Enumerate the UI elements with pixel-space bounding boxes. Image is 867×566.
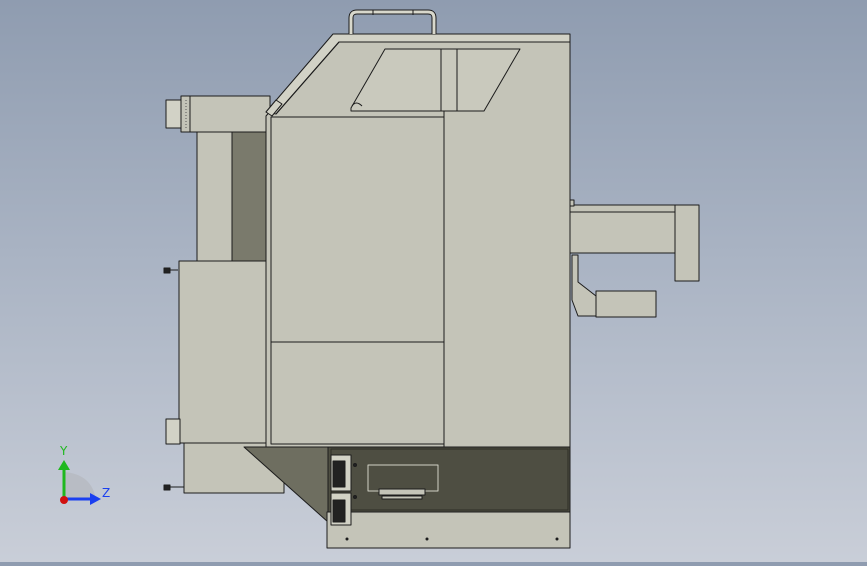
left-lower-flange — [165, 418, 181, 445]
cad-viewport[interactable]: Y Z — [0, 0, 867, 562]
axis-triad: Y Z — [58, 444, 110, 505]
triad-origin — [60, 496, 68, 504]
y-axis-label: Y — [59, 444, 68, 458]
z-axis-label: Z — [102, 486, 110, 500]
screw-2 — [425, 537, 429, 541]
machine-model[interactable] — [163, 9, 700, 549]
left-chute-shadow — [231, 131, 268, 267]
right-outlet-upper-flange — [674, 204, 700, 282]
y-axis-arrow — [58, 460, 70, 470]
bolt-left-upper — [163, 267, 178, 274]
z-axis-arrow — [90, 493, 101, 505]
model-canvas[interactable]: Y Z — [0, 0, 867, 562]
screw-3 — [555, 537, 559, 541]
upper-door-panel — [270, 116, 445, 343]
left-cabinet — [178, 260, 272, 444]
left-top-flange-inner — [180, 95, 191, 133]
right-outlet-lower — [595, 290, 657, 318]
top-handle[interactable] — [348, 9, 437, 34]
right-stub — [569, 199, 575, 207]
right-outlet-lower-neck — [571, 254, 597, 317]
lower-door-panel — [270, 341, 445, 445]
access-panel[interactable] — [367, 464, 439, 492]
left-top-flange — [165, 99, 182, 129]
left-top-box — [189, 95, 271, 133]
base-dark-section — [327, 446, 571, 513]
panel-handle[interactable] — [378, 488, 426, 500]
base-plate — [326, 511, 571, 549]
screw-1 — [345, 537, 349, 541]
bolt-left-lower — [163, 484, 184, 491]
